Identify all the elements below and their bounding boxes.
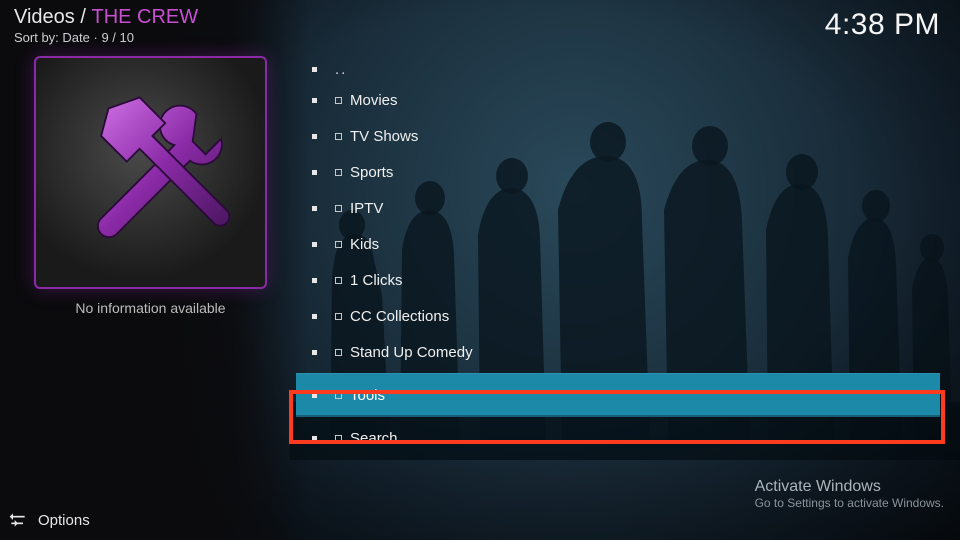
folder-icon (335, 169, 342, 176)
list-item-parent-dir[interactable]: .. (296, 56, 940, 82)
menu-list: .. Movies TV Shows Sports IPTV Kids (296, 56, 940, 456)
list-item-label: CC Collections (350, 308, 940, 325)
folder-icon (335, 241, 342, 248)
list-item-stand-up-comedy[interactable]: Stand Up Comedy (296, 334, 940, 370)
folder-icon (335, 313, 342, 320)
list-item-movies[interactable]: Movies (296, 82, 940, 118)
list-item-tv-shows[interactable]: TV Shows (296, 118, 940, 154)
breadcrumb-root: Videos (14, 6, 75, 28)
watermark-sub: Go to Settings to activate Windows. (755, 496, 944, 510)
tools-icon (59, 81, 242, 264)
addon-poster (34, 56, 267, 289)
folder-icon (335, 97, 342, 104)
folder-icon (335, 435, 342, 442)
sort-label: Sort by: Date (14, 30, 90, 45)
folder-icon (335, 349, 342, 356)
list-item-label: Kids (350, 236, 940, 253)
folder-icon (335, 277, 342, 284)
bullet-icon (312, 436, 317, 441)
bullet-icon (312, 350, 317, 355)
breadcrumb: Videos / THE CREW (14, 6, 198, 29)
list-item-label: .. (335, 61, 940, 78)
list-item-cc-collections[interactable]: CC Collections (296, 298, 940, 334)
bullet-icon (312, 314, 317, 319)
watermark-title: Activate Windows (755, 478, 944, 496)
bullet-icon (312, 278, 317, 283)
sort-info: Sort by: Date · 9 / 10 (14, 30, 134, 45)
folder-icon (335, 392, 342, 399)
list-item-iptv[interactable]: IPTV (296, 190, 940, 226)
breadcrumb-title: THE CREW (91, 6, 198, 28)
list-position: 9 / 10 (101, 30, 134, 45)
bullet-icon (312, 170, 317, 175)
folder-icon (335, 205, 342, 212)
windows-watermark: Activate Windows Go to Settings to activ… (755, 478, 944, 510)
list-item-label: IPTV (350, 200, 940, 217)
bullet-icon (312, 134, 317, 139)
list-item-label: Stand Up Comedy (350, 344, 940, 361)
list-item-label: TV Shows (350, 128, 940, 145)
list-item-label: Tools (350, 387, 940, 404)
list-item-label: 1 Clicks (350, 272, 940, 289)
list-item-kids[interactable]: Kids (296, 226, 940, 262)
bullet-icon (312, 242, 317, 247)
clock: 4:38 PM (825, 8, 940, 42)
options-button[interactable]: Options (8, 510, 90, 530)
options-icon (8, 510, 28, 530)
bullet-icon (312, 206, 317, 211)
list-item-1-clicks[interactable]: 1 Clicks (296, 262, 940, 298)
list-item-label: Search (350, 430, 940, 447)
info-panel-empty: No information available (34, 300, 267, 316)
bullet-icon (312, 67, 317, 72)
options-label: Options (38, 512, 90, 529)
bullet-icon (312, 98, 317, 103)
list-item-label: Movies (350, 92, 940, 109)
folder-icon (335, 133, 342, 140)
list-item-label: Sports (350, 164, 940, 181)
list-item-tools[interactable]: Tools (296, 373, 940, 417)
bullet-icon (312, 393, 317, 398)
breadcrumb-sep: / (80, 6, 91, 28)
list-item-search[interactable]: Search (296, 420, 940, 456)
list-item-sports[interactable]: Sports (296, 154, 940, 190)
